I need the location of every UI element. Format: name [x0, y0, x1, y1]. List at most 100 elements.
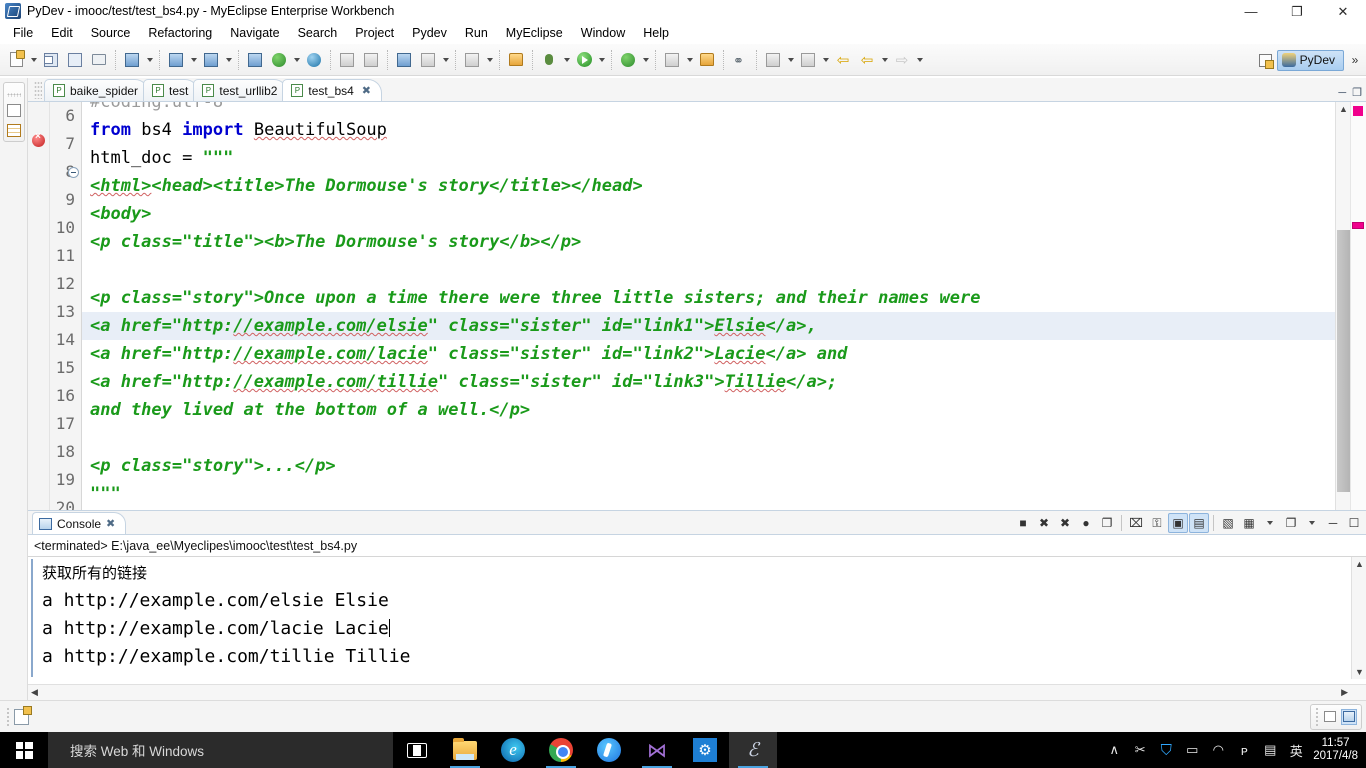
run-icon[interactable]	[573, 49, 595, 71]
close-icon[interactable]: ✖	[362, 84, 371, 97]
menu-item-run[interactable]: Run	[456, 24, 497, 42]
new-console-view-icon[interactable]: ▦	[1239, 513, 1259, 533]
trim-grip[interactable]	[1315, 707, 1319, 727]
new-console-dropdown-icon[interactable]	[1302, 513, 1322, 533]
run-server-icon[interactable]	[268, 49, 290, 71]
console-output[interactable]: 获取所有的链接 a http://example.com/elsie Elsie…	[28, 557, 1366, 679]
run-dropdown-icon[interactable]	[596, 49, 607, 71]
snapshot-dropdown-icon[interactable]	[484, 49, 495, 71]
back-dropdown-icon[interactable]	[879, 49, 890, 71]
console-vertical-scrollbar[interactable]: ▲ ▼	[1351, 557, 1366, 679]
forward-icon[interactable]: ⇨	[891, 49, 913, 71]
debug-dropdown-icon[interactable]	[561, 49, 572, 71]
view-stack-grip[interactable]	[7, 93, 21, 97]
visual-studio-icon[interactable]: ⋈	[633, 732, 681, 768]
external-tools-dropdown-icon[interactable]	[684, 49, 695, 71]
run-as-python-icon[interactable]	[617, 49, 639, 71]
globe-icon[interactable]	[303, 49, 325, 71]
perspective-pydev-button[interactable]: PyDev	[1277, 50, 1344, 71]
editor-overview-ruler[interactable]	[1350, 102, 1366, 510]
menu-item-pydev[interactable]: Pydev	[403, 24, 456, 42]
battery-icon[interactable]: ▭	[1179, 732, 1205, 768]
error-marker-icon[interactable]	[32, 134, 45, 147]
open-perspective-button[interactable]	[1255, 49, 1277, 71]
code-line[interactable]	[82, 424, 1366, 452]
validation-icon[interactable]	[336, 49, 358, 71]
save-all-icon[interactable]	[64, 49, 86, 71]
run-as-dropdown-icon[interactable]	[640, 49, 651, 71]
new-console-icon[interactable]: ❐	[1281, 513, 1301, 533]
code-line[interactable]: #coding:utf-8	[82, 102, 1366, 116]
show-hidden-icons[interactable]: ∧	[1101, 732, 1127, 768]
pen-app-icon[interactable]	[585, 732, 633, 768]
code-line[interactable]: from bs4 import BeautifulSoup	[82, 116, 1366, 144]
editor-tab-baike_spider[interactable]: P baike_spider	[44, 79, 149, 101]
search-icon[interactable]	[797, 49, 819, 71]
deploy-dropdown-icon[interactable]	[188, 49, 199, 71]
preview-icon[interactable]	[417, 49, 439, 71]
ime-language-icon[interactable]: 英	[1283, 732, 1309, 768]
minimized-view-stack[interactable]	[3, 82, 25, 142]
close-button[interactable]: ✕	[1320, 0, 1366, 22]
editor-tab-test_urllib2[interactable]: P test_urllib2	[193, 79, 288, 101]
scroll-left-icon[interactable]: ◀	[31, 687, 38, 698]
code-line[interactable]: <a href="http://example.com/tillie" clas…	[82, 368, 1366, 396]
scroll-lock-icon[interactable]: ⚿	[1147, 513, 1167, 533]
maximize-icon[interactable]: ☐	[1344, 513, 1364, 533]
console-view-shortcut-icon[interactable]	[1341, 709, 1357, 725]
security-shield-icon[interactable]: ⛉	[1153, 732, 1179, 768]
clear-console-icon[interactable]: ⌧	[1126, 513, 1146, 533]
code-text-area[interactable]: #coding:utf-8 from bs4 import BeautifulS…	[82, 102, 1366, 510]
volume-icon[interactable]: ᴘ	[1231, 732, 1257, 768]
close-icon[interactable]: ✖	[106, 517, 115, 530]
server-icon[interactable]	[200, 49, 222, 71]
minimize-icon[interactable]: ─	[1338, 87, 1346, 99]
snapshot-icon[interactable]	[461, 49, 483, 71]
new-file-dropdown-icon[interactable]	[28, 49, 39, 71]
minimized-outline-view-icon[interactable]	[14, 709, 29, 725]
myeclipse-taskbar-icon[interactable]: ℰ	[729, 732, 777, 768]
debug-icon[interactable]	[538, 49, 560, 71]
save-icon[interactable]	[40, 49, 62, 71]
menu-item-edit[interactable]: Edit	[42, 24, 82, 42]
run-server-dropdown-icon[interactable]	[291, 49, 302, 71]
overview-warning-marker-icon[interactable]	[1352, 222, 1364, 229]
scroll-right-icon[interactable]: ▶	[1341, 687, 1348, 698]
code-line[interactable]: <p class="story">...</p>	[82, 452, 1366, 480]
trim-grip[interactable]	[6, 707, 10, 727]
restore-view-icon[interactable]	[1322, 709, 1338, 725]
menu-item-project[interactable]: Project	[346, 24, 403, 42]
editor-tab-test[interactable]: P test	[143, 79, 199, 101]
python-interpreter-icon[interactable]: ⚭	[729, 49, 751, 71]
scrollbar-thumb[interactable]	[1337, 230, 1350, 492]
editor-annotation-ruler[interactable]	[28, 102, 50, 510]
code-line[interactable]: <a href="http://example.com/lacie" class…	[82, 340, 1366, 368]
code-line[interactable]: <a href="http://example.com/elsie" class…	[82, 312, 1366, 340]
scroll-up-icon[interactable]: ▲	[1339, 104, 1348, 114]
maximize-button[interactable]: ❐	[1274, 0, 1320, 22]
start-button[interactable]	[0, 732, 48, 768]
menu-item-myeclipse[interactable]: MyEclipse	[497, 24, 572, 42]
editor-tab-grip[interactable]	[34, 81, 42, 99]
report-icon[interactable]	[393, 49, 415, 71]
open-console-icon[interactable]: ▧	[1218, 513, 1238, 533]
console-view-menu-icon[interactable]	[1260, 513, 1280, 533]
code-line[interactable]: and they lived at the bottom of a well.<…	[82, 396, 1366, 424]
menu-item-refactoring[interactable]: Refactoring	[139, 24, 221, 42]
task-view-icon[interactable]	[393, 732, 441, 768]
code-line[interactable]: <p class="story">Once upon a time there …	[82, 284, 1366, 312]
code-line[interactable]: html_doc = """	[82, 144, 1366, 172]
minimize-button[interactable]: —	[1228, 0, 1274, 22]
terminate-icon[interactable]: ■	[1013, 513, 1033, 533]
next-annotation-icon[interactable]: ⇦	[832, 49, 854, 71]
restore-view-icon[interactable]	[7, 104, 21, 117]
menu-item-source[interactable]: Source	[82, 24, 140, 42]
remove-launch-icon[interactable]: ✖	[1034, 513, 1054, 533]
new-wizard-dropdown-icon[interactable]	[144, 49, 155, 71]
console-tab[interactable]: Console ✖	[32, 512, 126, 534]
new-wizard-icon[interactable]	[121, 49, 143, 71]
chrome-browser-icon[interactable]	[537, 732, 585, 768]
editor-vertical-scrollbar[interactable]: ▲	[1335, 102, 1350, 510]
code-line[interactable]: <html><head><title>The Dormouse's story<…	[82, 172, 1366, 200]
code-editor[interactable]: 6 7 8 9 10 11 12 13 14 15 16 17 18 19 20	[28, 102, 1366, 510]
